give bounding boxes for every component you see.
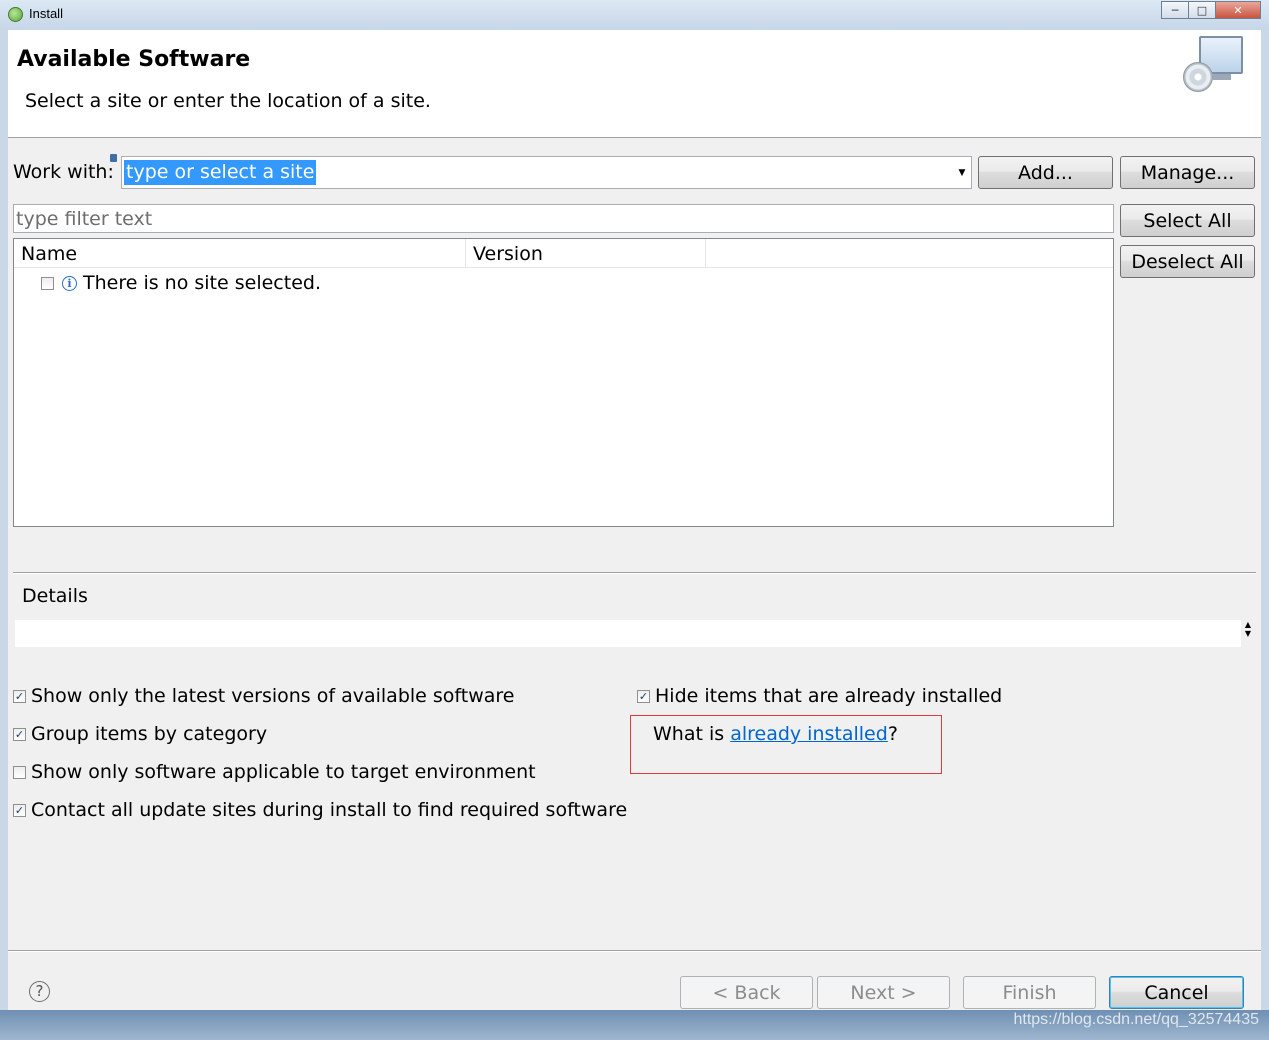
target-environment-checkbox[interactable] bbox=[13, 765, 26, 779]
details-text-area[interactable] bbox=[15, 620, 1241, 647]
next-button[interactable]: Next > bbox=[817, 976, 950, 1009]
table-header: Name Version bbox=[14, 239, 1113, 268]
dialog-body: Available Software Select a site or ente… bbox=[8, 30, 1261, 1010]
target-environment-label: Show only software applicable to target … bbox=[31, 761, 536, 783]
info-icon: i bbox=[62, 276, 77, 291]
option-latest-versions[interactable]: ✓ Show only the latest versions of avail… bbox=[13, 683, 514, 709]
button-bar-separator bbox=[8, 950, 1261, 952]
option-group-by-category[interactable]: ✓ Group items by category bbox=[13, 721, 267, 747]
add-site-button[interactable]: Add... bbox=[978, 156, 1113, 189]
column-header-version[interactable]: Version bbox=[466, 239, 706, 267]
finish-button[interactable]: Finish bbox=[963, 976, 1096, 1009]
row-text: There is no site selected. bbox=[83, 272, 321, 294]
filter-box[interactable] bbox=[13, 204, 1114, 233]
back-button[interactable]: < Back bbox=[680, 976, 813, 1009]
highlight-annotation-box bbox=[630, 715, 942, 774]
watermark-text: https://blog.csdn.net/qq_32574435 bbox=[1013, 1011, 1259, 1028]
hide-installed-checkbox[interactable]: ✓ bbox=[637, 689, 650, 703]
table-row[interactable]: i There is no site selected. bbox=[14, 270, 1113, 298]
spring-app-icon bbox=[8, 7, 23, 22]
software-table[interactable]: Name Version i There is no site selected… bbox=[13, 238, 1114, 527]
content-assist-icon bbox=[110, 154, 117, 162]
close-button[interactable]: ✕ bbox=[1215, 1, 1261, 19]
contact-all-sites-checkbox[interactable]: ✓ bbox=[13, 803, 26, 817]
page-subtitle: Select a site or enter the location of a… bbox=[25, 90, 431, 112]
cancel-button[interactable]: Cancel bbox=[1109, 976, 1244, 1009]
option-target-environment[interactable]: Show only software applicable to target … bbox=[13, 759, 536, 785]
work-with-value[interactable]: type or select a site bbox=[124, 160, 317, 185]
work-with-label: Work with: bbox=[13, 161, 114, 183]
group-by-category-checkbox[interactable]: ✓ bbox=[13, 727, 26, 741]
details-scroll-arrows[interactable]: ▲ ▼ bbox=[1242, 620, 1254, 647]
details-group: Details ▲ ▼ bbox=[13, 585, 1256, 676]
row-checkbox[interactable] bbox=[41, 277, 54, 290]
contact-all-sites-label: Contact all update sites during install … bbox=[31, 799, 628, 821]
option-hide-installed[interactable]: ✓ Hide items that are already installed bbox=[637, 683, 1002, 709]
latest-versions-label: Show only the latest versions of availab… bbox=[31, 685, 515, 707]
deselect-all-button[interactable]: Deselect All bbox=[1120, 245, 1255, 278]
window-controls: ─ □ ✕ bbox=[1161, 1, 1261, 19]
separator bbox=[13, 572, 1256, 574]
title-bar[interactable]: Install ─ □ ✕ bbox=[0, 0, 1269, 30]
help-icon[interactable]: ? bbox=[29, 981, 50, 1002]
latest-versions-checkbox[interactable]: ✓ bbox=[13, 689, 26, 703]
work-with-combo[interactable]: type or select a site ▼ bbox=[121, 156, 972, 189]
minimize-button[interactable]: ─ bbox=[1161, 1, 1189, 19]
window-title: Install bbox=[29, 6, 63, 21]
column-header-name[interactable]: Name bbox=[14, 239, 466, 267]
page-title: Available Software bbox=[17, 47, 251, 72]
header-banner: Available Software Select a site or ente… bbox=[8, 30, 1261, 138]
hide-installed-label: Hide items that are already installed bbox=[655, 685, 1003, 707]
dropdown-arrow-icon[interactable]: ▼ bbox=[955, 159, 969, 186]
computer-cd-icon bbox=[1183, 36, 1249, 96]
filter-input[interactable] bbox=[14, 205, 1113, 232]
maximize-button[interactable]: □ bbox=[1188, 1, 1216, 19]
select-all-button[interactable]: Select All bbox=[1120, 204, 1255, 237]
group-by-category-label: Group items by category bbox=[31, 723, 268, 745]
option-contact-all-sites[interactable]: ✓ Contact all update sites during instal… bbox=[13, 797, 627, 823]
install-window: Install ─ □ ✕ Available Software Select … bbox=[0, 0, 1269, 1040]
details-label: Details bbox=[22, 585, 88, 607]
manage-sites-button[interactable]: Manage... bbox=[1120, 156, 1255, 189]
